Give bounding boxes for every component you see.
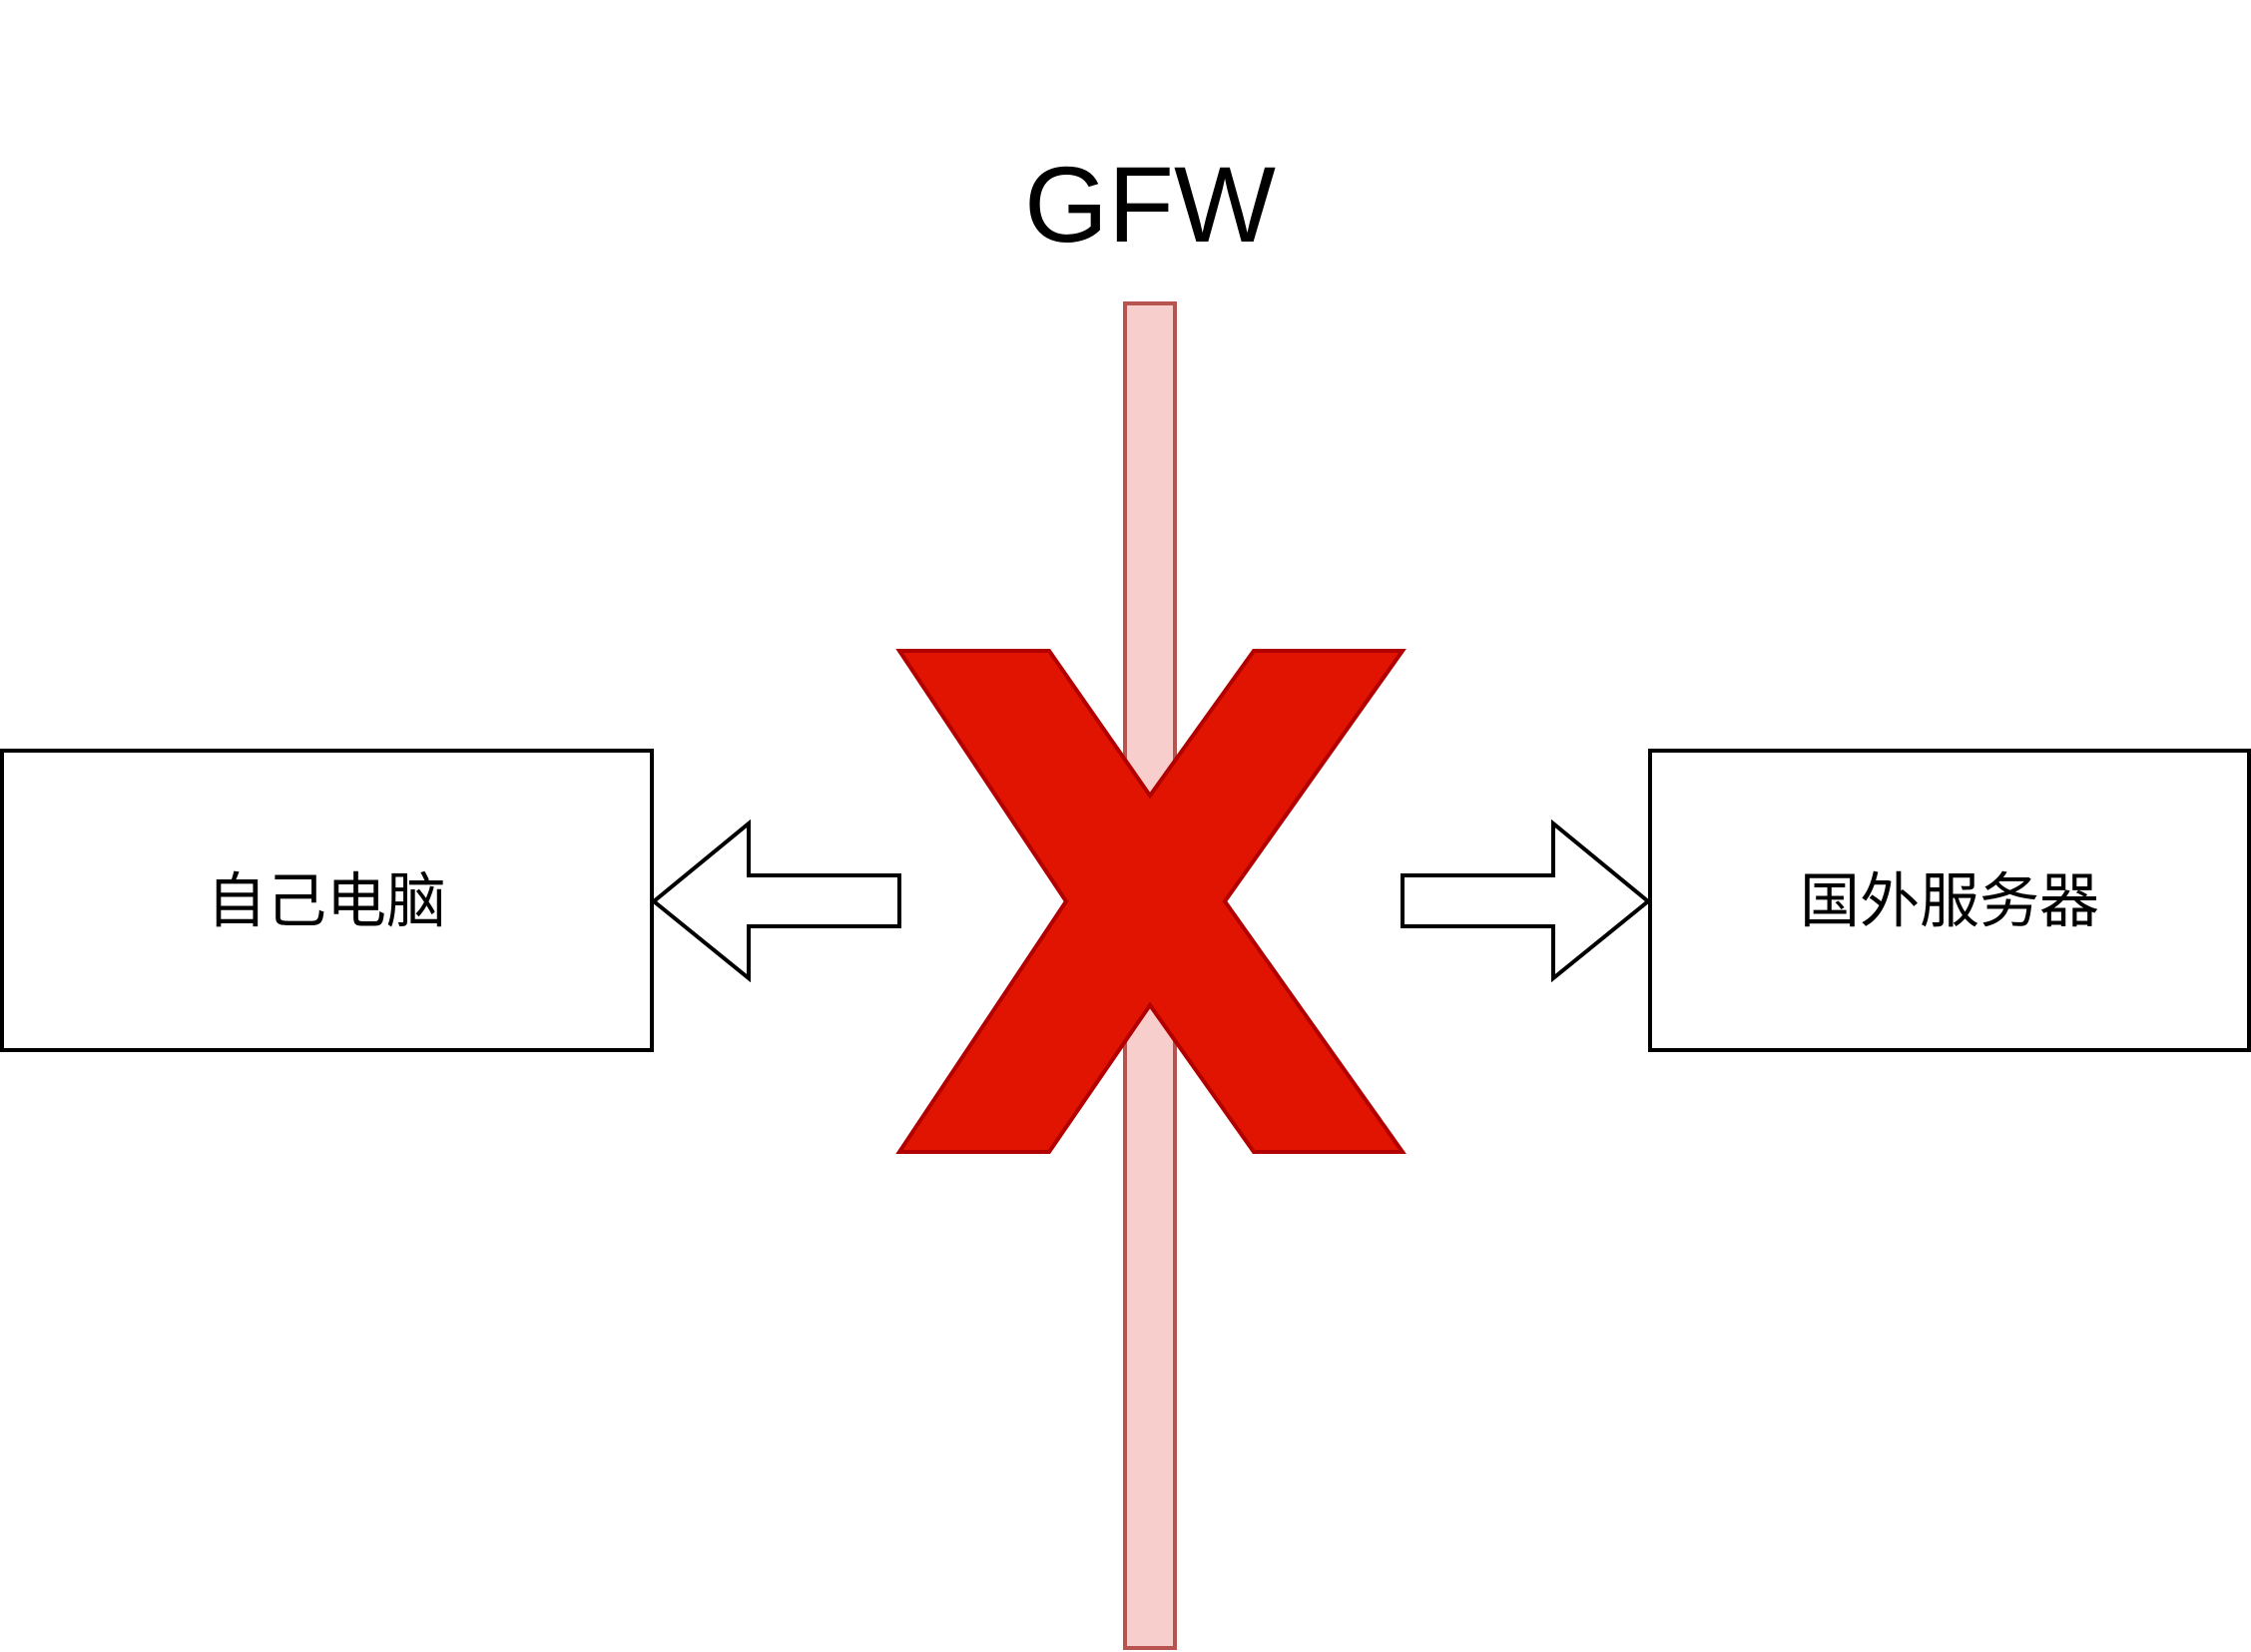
- gfw-diagram: GFW 自己电脑 国外服务器: [0, 144, 2251, 1650]
- own-computer-box: 自己电脑: [0, 749, 654, 1052]
- own-computer-label: 自己电脑: [207, 867, 446, 937]
- arrow-right-icon: [1401, 819, 1652, 983]
- foreign-server-box: 国外服务器: [1648, 749, 2251, 1052]
- arrow-left-icon: [650, 819, 901, 983]
- foreign-server-label: 国外服务器: [1800, 867, 2099, 937]
- gfw-title: GFW: [1024, 144, 1276, 265]
